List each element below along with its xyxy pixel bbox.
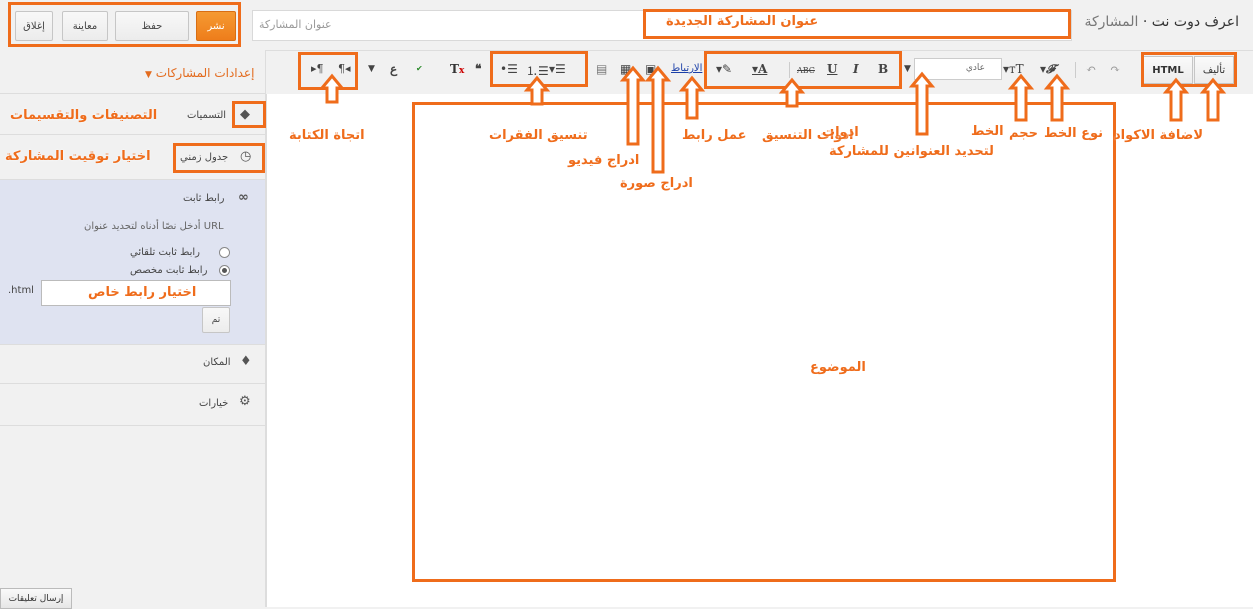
annotation-body: الموضوع (810, 360, 866, 375)
annotation-font-size-line2: حجم (1009, 126, 1038, 141)
annotation-insert-video: ادراج فيديو (568, 153, 640, 168)
annotation-make-link: عمل رابط (682, 128, 747, 143)
annotation-writing-direction: اتجاة الكتابة (289, 128, 365, 143)
annotation-headings-line1: ادوات (822, 125, 859, 140)
annotation-insert-image: ادراج صورة (620, 176, 693, 191)
arrow-font-size (1007, 73, 1035, 122)
arrow-video (619, 65, 647, 146)
annotation-custom-link: اختيار رابط خاص (88, 285, 197, 300)
annotation-post-timing: اختيار توقيت المشاركة (5, 149, 151, 164)
arrow-compose (1199, 77, 1227, 122)
annotation-font-type: نوع الخط (1044, 126, 1104, 141)
arrow-link (678, 75, 706, 120)
arrow-direction (318, 73, 346, 104)
annotation-add-codes: لاضافة الاكواد (1114, 128, 1204, 143)
annotation-headings-line2: لتحديد العنوانين للمشاركة (829, 144, 994, 159)
arrow-font-type (1043, 73, 1071, 122)
arrow-formatting (778, 77, 806, 108)
annotation-categories: التصنيفات والتقسيمات (10, 108, 158, 123)
arrow-paragraph (523, 75, 551, 106)
arrow-headings (908, 71, 936, 136)
annotation-font-size-line1: الخط (971, 124, 1004, 139)
annotation-new-post-title: عنوان المشاركة الجديدة (666, 14, 819, 29)
arrow-image (644, 65, 672, 174)
annotation-paragraph-format: تنسيق الفقرات (489, 128, 588, 143)
arrow-html (1162, 77, 1190, 122)
annotation-arrows (318, 65, 1227, 174)
